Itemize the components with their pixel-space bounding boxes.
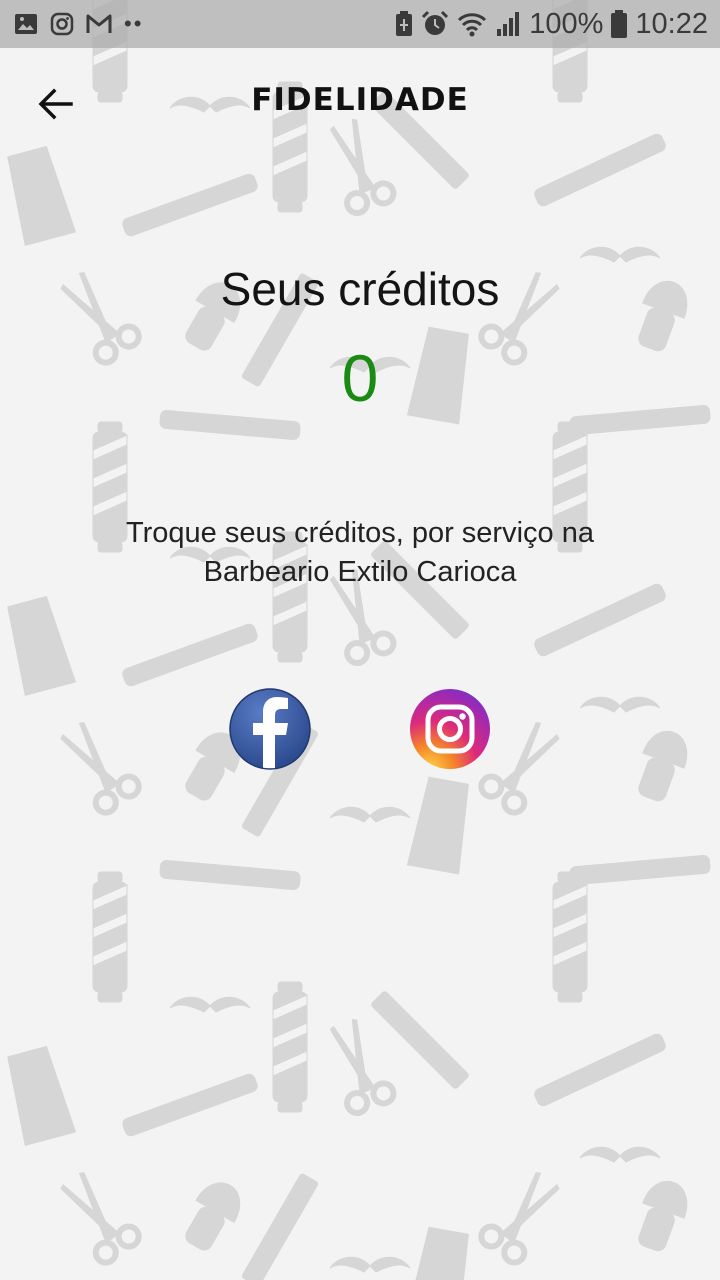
redeem-info-text: Troque seus créditos, por serviço na Bar…	[126, 517, 594, 588]
facebook-icon	[229, 688, 311, 770]
facebook-button[interactable]	[229, 688, 311, 770]
loyalty-content: Seus créditos 0 Troque seus créditos, po…	[0, 0, 720, 1280]
credits-value: 0	[341, 341, 379, 415]
instagram-button[interactable]	[409, 688, 491, 770]
credits-label: Seus créditos	[220, 263, 500, 315]
instagram-icon	[410, 689, 490, 769]
